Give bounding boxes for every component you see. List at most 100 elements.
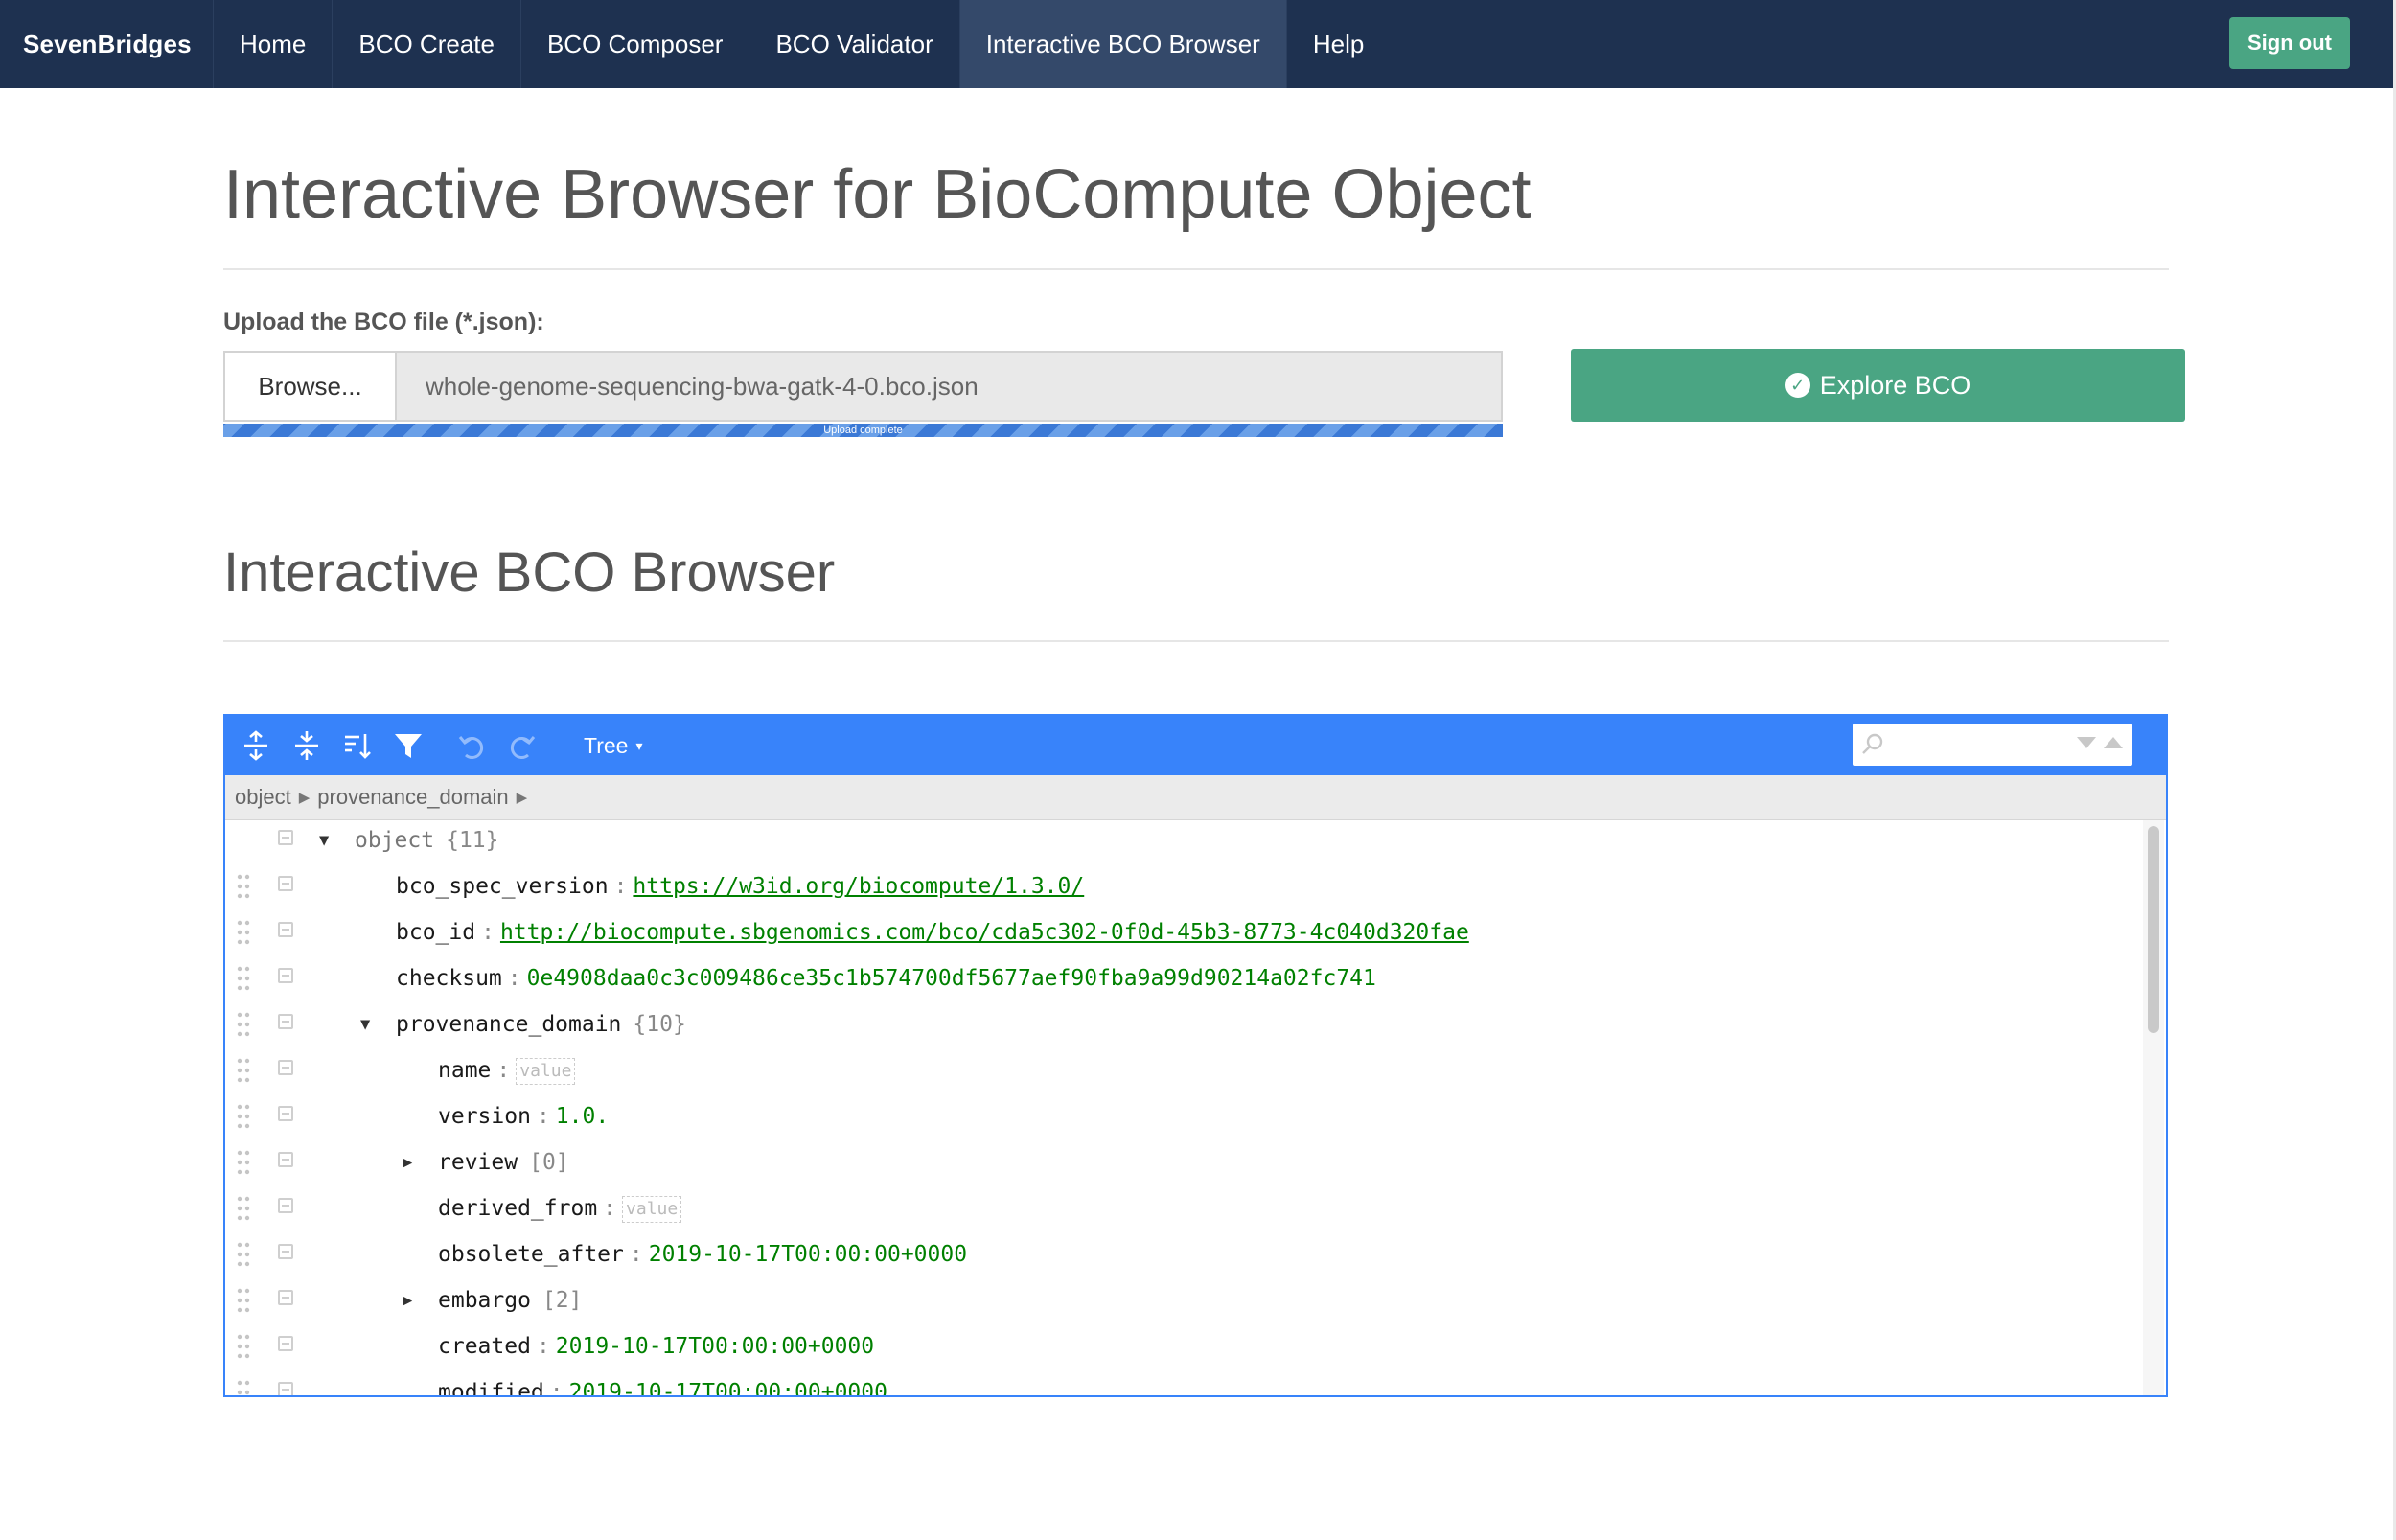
- tree-node[interactable]: modified:2019-10-17T00:00:00+0000: [438, 1369, 887, 1395]
- context-menu-icon[interactable]: [278, 1244, 293, 1259]
- node-count: {11}: [446, 828, 499, 853]
- tree-node[interactable]: review [0]: [438, 1139, 569, 1185]
- tree-row: name: value: [225, 1047, 2142, 1093]
- nav-item-help[interactable]: Help: [1285, 0, 1390, 88]
- empty-value-placeholder[interactable]: value: [622, 1195, 682, 1223]
- explore-bco-button[interactable]: ✓ Explore BCO: [1571, 349, 2185, 422]
- nav-item-home[interactable]: Home: [213, 0, 332, 88]
- collapse-triangle-icon[interactable]: ▼: [360, 1001, 370, 1047]
- breadcrumb-item-provenance-domain[interactable]: provenance_domain: [317, 785, 508, 810]
- triangle-right-icon: ▶: [298, 790, 311, 806]
- node-key: bco_id: [396, 920, 476, 945]
- tree-node[interactable]: version:1.0.: [438, 1093, 609, 1139]
- breadcrumb: object ▶ provenance_domain ▶: [225, 775, 2166, 820]
- node-value-link[interactable]: http://biocompute.sbgenomics.com/bco/cda…: [500, 920, 1469, 945]
- tree-node[interactable]: derived_from: value: [438, 1185, 682, 1231]
- search-input[interactable]: [1891, 726, 2086, 763]
- search-nav: [2075, 733, 2125, 752]
- tree-node[interactable]: embargo [2]: [438, 1277, 582, 1323]
- expand-triangle-icon[interactable]: ▶: [403, 1139, 412, 1185]
- drag-handle-icon[interactable]: [237, 1104, 250, 1129]
- drag-handle-icon[interactable]: [237, 966, 250, 991]
- expand-triangle-icon[interactable]: ▶: [403, 1277, 412, 1323]
- drag-handle-icon[interactable]: [237, 1196, 250, 1221]
- drag-handle-icon[interactable]: [237, 920, 250, 945]
- collapse-all-icon[interactable]: [288, 726, 326, 765]
- nav-item-interactive-bco-browser[interactable]: Interactive BCO Browser: [958, 0, 1286, 88]
- filter-icon[interactable]: [389, 726, 427, 765]
- tree-node[interactable]: bco_spec_version: https://w3id.org/biocom…: [396, 863, 1084, 909]
- search-previous-icon[interactable]: [2102, 733, 2125, 752]
- context-menu-icon[interactable]: [278, 1060, 293, 1075]
- sign-out-button[interactable]: Sign out: [2229, 17, 2350, 69]
- undo-icon[interactable]: [452, 726, 491, 765]
- tree-node[interactable]: obsolete_after:2019-10-17T00:00:00+0000: [438, 1231, 967, 1277]
- context-menu-icon[interactable]: [278, 830, 293, 845]
- redo-icon[interactable]: [503, 726, 541, 765]
- tree-row: ▼ provenance_domain {10}: [225, 1001, 2142, 1047]
- sort-icon[interactable]: [338, 726, 377, 765]
- editor-toolbar: Tree ▾: [225, 716, 2166, 775]
- tree-node[interactable]: checksum:0e4908daa0c3c009486ce35c1b57470…: [396, 955, 1376, 1001]
- node-value: 2019-10-17T00:00:00+0000: [648, 1242, 968, 1267]
- context-menu-icon[interactable]: [278, 876, 293, 891]
- drag-handle-icon[interactable]: [237, 1058, 250, 1083]
- tree-row: ▶ embargo [2]: [225, 1277, 2142, 1323]
- drag-handle-icon[interactable]: [237, 1380, 250, 1397]
- scrollbar-thumb[interactable]: [2148, 826, 2159, 1033]
- drag-handle-icon[interactable]: [237, 1334, 250, 1359]
- node-key: name: [438, 1058, 492, 1083]
- tree-row: bco_id: http://biocompute.sbgenomics.com/…: [225, 909, 2142, 955]
- context-menu-icon[interactable]: [278, 968, 293, 983]
- drag-handle-icon[interactable]: [237, 1150, 250, 1175]
- node-key: created: [438, 1334, 531, 1359]
- node-key: version: [438, 1104, 531, 1129]
- drag-handle-icon[interactable]: [237, 874, 250, 899]
- tree-node[interactable]: created:2019-10-17T00:00:00+0000: [438, 1323, 874, 1369]
- search-next-icon[interactable]: [2075, 733, 2098, 752]
- node-value-link[interactable]: https://w3id.org/biocompute/1.3.0/: [633, 874, 1084, 899]
- breadcrumb-item-object[interactable]: object: [235, 785, 291, 810]
- drag-handle-icon[interactable]: [237, 1012, 250, 1037]
- empty-value-placeholder[interactable]: value: [516, 1057, 576, 1085]
- node-value: 2019-10-17T00:00:00+0000: [555, 1334, 875, 1359]
- context-menu-icon[interactable]: [278, 1014, 293, 1029]
- divider: [223, 640, 2169, 642]
- tree-row: version:1.0.: [225, 1093, 2142, 1139]
- file-name-field[interactable]: whole-genome-sequencing-bwa-gatk-4-0.bco…: [397, 353, 1501, 420]
- context-menu-icon[interactable]: [278, 922, 293, 937]
- mode-label: Tree: [584, 732, 629, 758]
- top-navbar: SevenBridges Home BCO Create BCO Compose…: [0, 0, 2393, 88]
- upload-label: Upload the BCO file (*.json):: [223, 309, 544, 335]
- node-key: obsolete_after: [438, 1242, 624, 1267]
- context-menu-icon[interactable]: [278, 1106, 293, 1121]
- expand-all-icon[interactable]: [237, 726, 275, 765]
- nav-item-bco-composer[interactable]: BCO Composer: [519, 0, 749, 88]
- drag-handle-icon[interactable]: [237, 1288, 250, 1313]
- context-menu-icon[interactable]: [278, 1290, 293, 1305]
- context-menu-icon[interactable]: [278, 1198, 293, 1213]
- tree-node[interactable]: bco_id: http://biocompute.sbgenomics.com/…: [396, 909, 1469, 955]
- tree-node[interactable]: name: value: [438, 1047, 576, 1093]
- nav-item-bco-validator[interactable]: BCO Validator: [749, 0, 958, 88]
- context-menu-icon[interactable]: [278, 1382, 293, 1395]
- node-key: checksum: [396, 966, 502, 991]
- nav-item-bco-create[interactable]: BCO Create: [332, 0, 520, 88]
- node-key: embargo: [438, 1288, 531, 1313]
- tree-node[interactable]: provenance_domain {10}: [396, 1001, 686, 1047]
- tree-row: modified:2019-10-17T00:00:00+0000: [225, 1369, 2142, 1397]
- tree-node[interactable]: object {11}: [355, 817, 498, 863]
- drag-handle-icon[interactable]: [237, 1242, 250, 1267]
- node-key: object: [355, 828, 435, 853]
- tree-row: checksum:0e4908daa0c3c009486ce35c1b57470…: [225, 955, 2142, 1001]
- check-circle-icon: ✓: [1785, 373, 1810, 398]
- context-menu-icon[interactable]: [278, 1152, 293, 1167]
- nav-menu: Home BCO Create BCO Composer BCO Validat…: [213, 0, 1390, 88]
- mode-dropdown[interactable]: Tree ▾: [584, 733, 642, 759]
- browse-button[interactable]: Browse...: [225, 353, 397, 420]
- node-value: 1.0.: [555, 1104, 610, 1129]
- brand-logo[interactable]: SevenBridges: [0, 30, 213, 59]
- context-menu-icon[interactable]: [278, 1336, 293, 1351]
- collapse-triangle-icon[interactable]: ▼: [319, 817, 329, 863]
- tree-row: obsolete_after:2019-10-17T00:00:00+0000: [225, 1231, 2142, 1277]
